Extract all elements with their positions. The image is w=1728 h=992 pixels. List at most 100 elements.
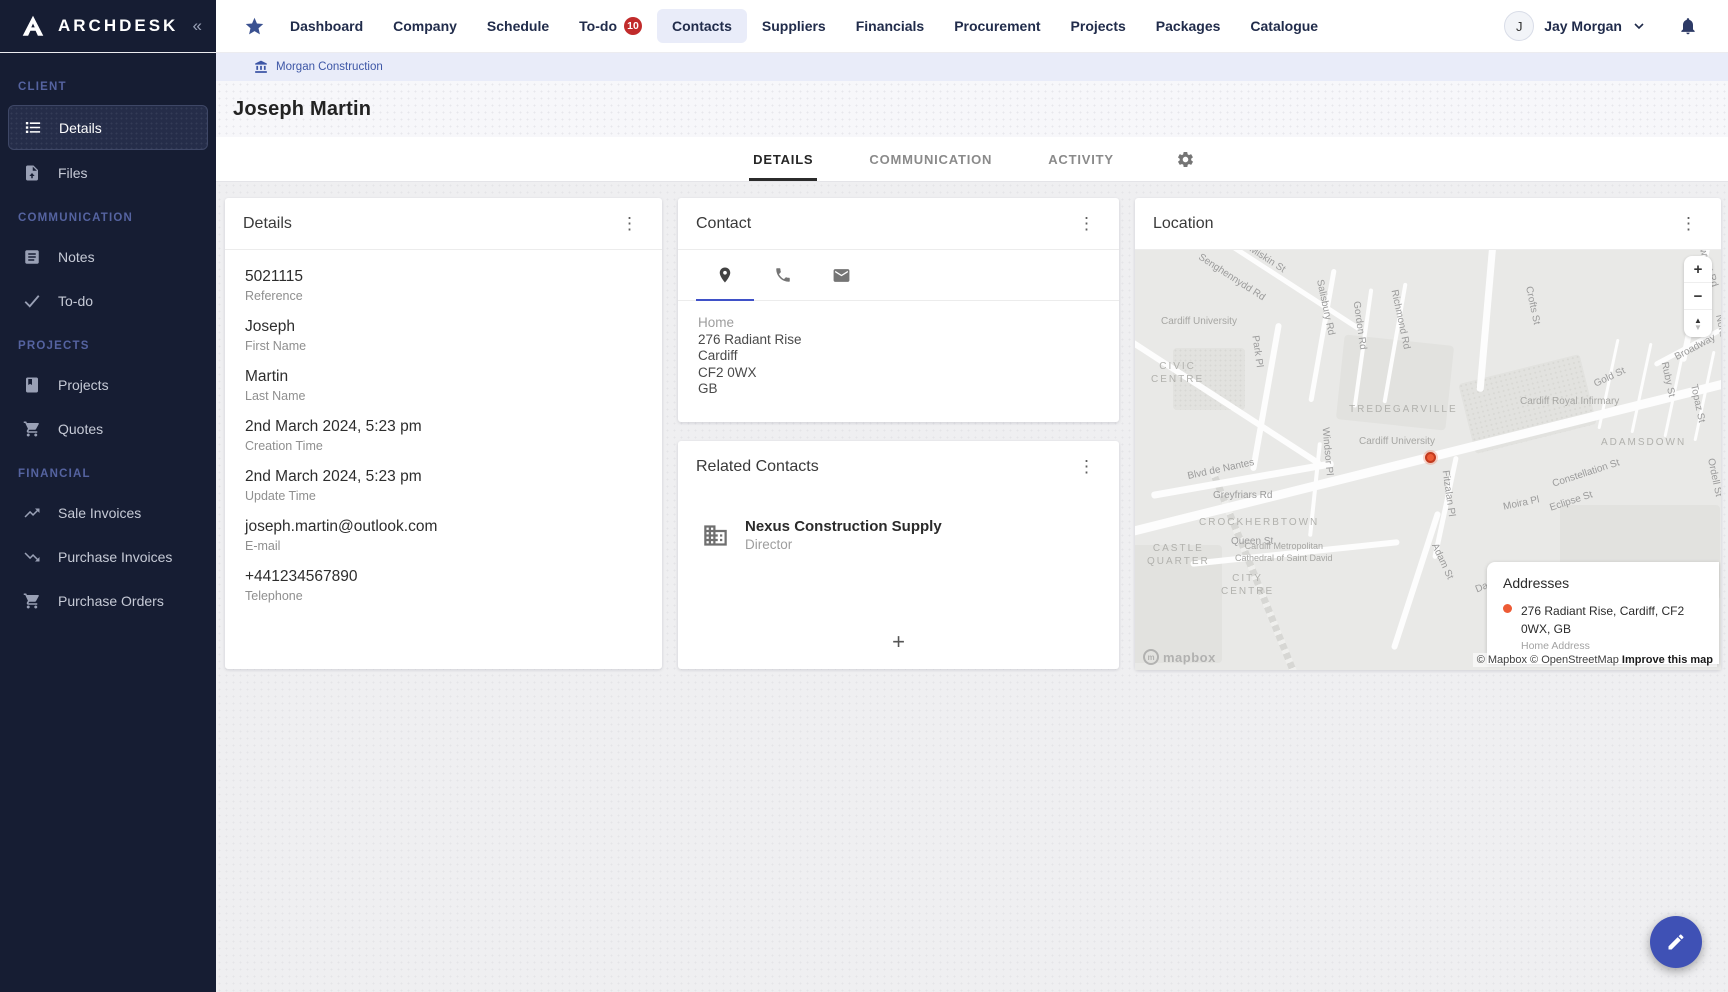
map-poi-label: Cardiff Metropolitan Cathedral of Saint … [1235,540,1333,564]
trend-up-icon [22,504,42,522]
contact-channel-tabs [678,250,1119,301]
field-label: First Name [245,339,642,353]
sidebar: CLIENT Details Files COMMUNICATION Notes… [0,53,216,992]
related-contact-role: Director [745,537,942,552]
map-street-label: Ordell St [1705,457,1721,497]
map-street-label: Crofts St [1523,285,1542,325]
zoom-out-button[interactable]: − [1684,283,1712,310]
book-icon [22,376,42,394]
address-list-item[interactable]: 276 Radiant Rise, Cardiff, CF2 0WX, GB H… [1503,602,1705,652]
field-label: Telephone [245,589,642,603]
location-card: Location ⋮ [1135,198,1721,670]
nav-item-todo[interactable]: To-do 10 [564,8,657,44]
sidebar-item-projects[interactable]: Projects [8,364,208,406]
trend-down-icon [22,548,42,566]
nav-item-projects[interactable]: Projects [1056,9,1141,43]
nav-item-schedule[interactable]: Schedule [472,9,564,43]
avatar: J [1504,11,1534,41]
address-sub-label: Home Address [1521,640,1705,652]
tab-bar: DETAILS COMMUNICATION ACTIVITY [216,137,1728,182]
sidebar-item-notes[interactable]: Notes [8,236,208,278]
edit-fab-button[interactable] [1650,916,1702,968]
list-icon [23,118,43,137]
field-value: 2nd March 2024, 5:23 pm [245,468,642,486]
sidebar-item-label: Projects [58,377,109,393]
contact-tab-address[interactable] [696,250,754,300]
related-contact-name: Nexus Construction Supply [745,518,942,535]
sidebar-section-client: CLIENT [0,65,216,103]
sidebar-item-files[interactable]: Files [8,152,208,194]
map-road [1391,511,1442,651]
sidebar-collapse-button[interactable]: « [193,16,202,36]
sidebar-item-purchase-orders[interactable]: Purchase Orders [8,580,208,622]
nav-item-financials[interactable]: Financials [841,9,939,43]
location-pin-icon [716,266,734,284]
map-attribution: © Mapbox © OpenStreetMap Improve this ma… [1473,653,1717,667]
attribution-text: © Mapbox © OpenStreetMap [1477,654,1622,666]
map-street-label: Constellation St [1551,457,1621,489]
map-area-label: CROCKHERBTOWN [1199,516,1319,529]
tab-settings-gear-icon[interactable] [1176,137,1195,181]
tab-communication[interactable]: COMMUNICATION [865,137,996,181]
tab-activity[interactable]: ACTIVITY [1044,137,1118,181]
note-icon [22,248,42,266]
contact-tab-email[interactable] [812,250,870,300]
map-road [1476,250,1496,392]
sidebar-item-quotes[interactable]: Quotes [8,408,208,450]
field-creation-time: 2nd March 2024, 5:23 pm Creation Time [245,418,642,453]
field-value: Martin [245,368,642,386]
add-related-contact-button[interactable]: + [882,627,915,657]
sidebar-item-todo[interactable]: To-do [8,280,208,322]
contact-kebab-menu-icon[interactable]: ⋮ [1072,213,1101,234]
nav-item-catalogue[interactable]: Catalogue [1235,9,1333,43]
sidebar-section-financial: FINANCIAL [0,452,216,490]
file-upload-icon [22,164,42,182]
compass-button[interactable]: ▲ ▼ [1684,310,1712,337]
user-name: Jay Morgan [1544,18,1622,34]
address-line4: GB [698,381,1099,398]
user-menu[interactable]: J Jay Morgan [1504,11,1644,41]
field-value: Joseph [245,318,642,336]
map-area-label: CIVIC CENTRE [1151,360,1204,386]
sidebar-item-purchase-invoices[interactable]: Purchase Invoices [8,536,208,578]
contact-address: Home 276 Radiant Rise Cardiff CF2 0WX GB [678,301,1119,412]
notifications-bell-icon[interactable] [1678,16,1698,36]
phone-icon [774,266,792,284]
sidebar-item-label: Purchase Invoices [58,549,172,565]
sidebar-item-details[interactable]: Details [8,105,208,150]
improve-map-link[interactable]: Improve this map [1622,654,1713,666]
top-bar: ARCHDESK « Dashboard Company Schedule To… [0,0,1728,53]
mail-icon [832,266,851,285]
contact-tab-phone[interactable] [754,250,812,300]
zoom-in-button[interactable]: + [1684,256,1712,283]
field-value: 5021115 [245,268,642,286]
favorites-star-icon[interactable] [244,0,265,52]
related-contact-row[interactable]: Nexus Construction Supply Director [678,492,1119,552]
details-kebab-menu-icon[interactable]: ⋮ [615,213,644,234]
chevron-down-icon [1634,21,1644,31]
nav-item-packages[interactable]: Packages [1141,9,1236,43]
tab-details[interactable]: DETAILS [749,137,817,181]
nav-item-contacts[interactable]: Contacts [657,9,747,43]
field-value: joseph.martin@outlook.com [245,518,642,536]
map-canvas[interactable]: Miskin St Senghennydd Rd Salisbury Rd Go… [1135,250,1721,670]
bank-icon [254,60,268,74]
mapbox-logo-word: mapbox [1163,650,1216,665]
addresses-panel-title: Addresses [1503,575,1705,591]
sidebar-item-sale-invoices[interactable]: Sale Invoices [8,492,208,534]
page-title: Joseph Martin [233,98,371,121]
check-icon [22,292,42,310]
related-contacts-kebab-menu-icon[interactable]: ⋮ [1072,456,1101,477]
location-kebab-menu-icon[interactable]: ⋮ [1674,213,1703,234]
map-location-pin[interactable] [1425,452,1436,463]
location-card-title: Location [1153,215,1214,233]
breadcrumb-company-link[interactable]: Morgan Construction [276,61,383,73]
nav-item-dashboard[interactable]: Dashboard [275,9,378,43]
map-poi-label: Cardiff University [1161,316,1237,328]
nav-item-suppliers[interactable]: Suppliers [747,9,841,43]
nav-item-procurement[interactable]: Procurement [939,9,1055,43]
breadcrumb: Morgan Construction [216,53,1728,81]
related-contacts-card: Related Contacts ⋮ Nexus Construction Su… [678,441,1119,669]
contact-card-title: Contact [696,215,751,233]
nav-item-company[interactable]: Company [378,9,472,43]
